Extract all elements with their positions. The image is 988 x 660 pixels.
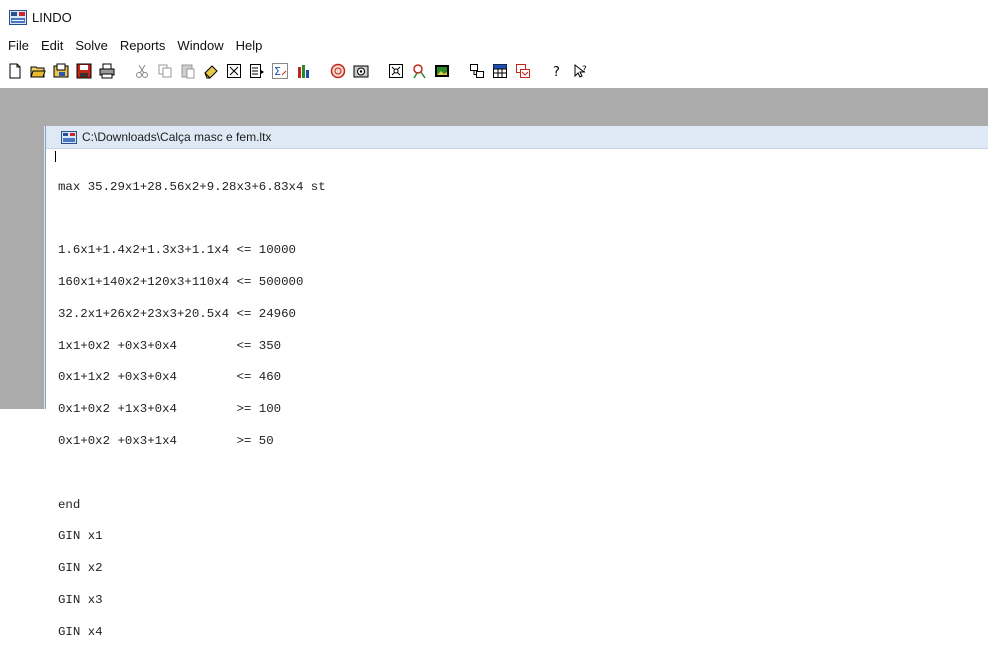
menu-bar: File Edit Solve Reports Window Help: [0, 34, 988, 56]
options-icon[interactable]: [385, 61, 406, 82]
app-title: LINDO: [32, 9, 72, 25]
copy-icon[interactable]: [154, 61, 175, 82]
mdi-workspace: C:\Downloads\Calça masc e fem.ltx max 35…: [0, 88, 988, 638]
find-icon[interactable]: [408, 61, 429, 82]
picture-icon[interactable]: [431, 61, 452, 82]
model-line: end: [58, 497, 81, 512]
document-title: C:\Downloads\Calça masc e fem.ltx: [82, 130, 272, 144]
open-view-icon[interactable]: [50, 61, 71, 82]
sum-icon[interactable]: Σ: [269, 61, 290, 82]
document-titlebar[interactable]: C:\Downloads\Calça masc e fem.ltx: [46, 126, 988, 149]
model-line: GIN x2: [58, 561, 103, 576]
solve-icon[interactable]: [327, 61, 348, 82]
tile-icon[interactable]: [466, 61, 487, 82]
model-line: 0x1+0x2 +1x3+0x4 >= 100: [58, 402, 282, 417]
grid-icon[interactable]: [489, 61, 510, 82]
svg-text:Σ: Σ: [274, 65, 281, 78]
model-line: GIN x1: [58, 529, 103, 544]
model-line: 0x1+0x2 +0x3+1x4 >= 50: [58, 434, 274, 449]
model-line: GIN x3: [58, 592, 103, 607]
menu-window[interactable]: Window: [172, 38, 228, 53]
new-file-icon[interactable]: [4, 61, 25, 82]
model-line: [58, 214, 988, 225]
toolbar: Σ ? ?: [0, 56, 988, 86]
model-document-window[interactable]: C:\Downloads\Calça masc e fem.ltx max 35…: [45, 126, 988, 638]
save-icon[interactable]: [73, 61, 94, 82]
clear-all-icon[interactable]: [223, 61, 244, 82]
open-folder-icon[interactable]: [27, 61, 48, 82]
model-line: 1.6x1+1.4x2+1.3x3+1.1x4 <= 10000: [58, 243, 296, 258]
compile-icon[interactable]: [350, 61, 371, 82]
svg-text:?: ?: [553, 65, 560, 79]
model-line: 32.2x1+26x2+23x3+20.5x4 <= 24960: [58, 306, 296, 321]
text-cursor: [55, 151, 56, 162]
cascade-icon[interactable]: [512, 61, 533, 82]
paste-icon[interactable]: [177, 61, 198, 82]
model-text-editor[interactable]: max 35.29x1+28.56x2+9.28x3+6.83x4 st 1.6…: [55, 150, 988, 638]
clear-icon[interactable]: [200, 61, 221, 82]
model-line: GIN x4: [58, 624, 103, 639]
menu-help[interactable]: Help: [231, 38, 268, 53]
document-icon: [61, 130, 77, 144]
context-help-icon[interactable]: ?: [570, 61, 591, 82]
svg-text:?: ?: [582, 65, 587, 75]
menu-file[interactable]: File: [3, 38, 34, 53]
bar-chart-icon[interactable]: [292, 61, 313, 82]
cut-icon[interactable]: [131, 61, 152, 82]
menu-reports[interactable]: Reports: [115, 38, 171, 53]
model-line: max 35.29x1+28.56x2+9.28x3+6.83x4 st: [58, 179, 326, 194]
help-icon[interactable]: ?: [547, 61, 568, 82]
lindo-app-icon: [9, 9, 27, 25]
insert-icon[interactable]: [246, 61, 267, 82]
menu-solve[interactable]: Solve: [70, 38, 113, 53]
print-icon[interactable]: [96, 61, 117, 82]
app-titlebar: LINDO: [0, 0, 988, 34]
model-line: 0x1+1x2 +0x3+0x4 <= 460: [58, 370, 282, 385]
menu-edit[interactable]: Edit: [36, 38, 68, 53]
model-line: 160x1+140x2+120x3+110x4 <= 500000: [58, 275, 304, 290]
model-line: 1x1+0x2 +0x3+0x4 <= 350: [58, 338, 282, 353]
model-line: [58, 468, 988, 479]
